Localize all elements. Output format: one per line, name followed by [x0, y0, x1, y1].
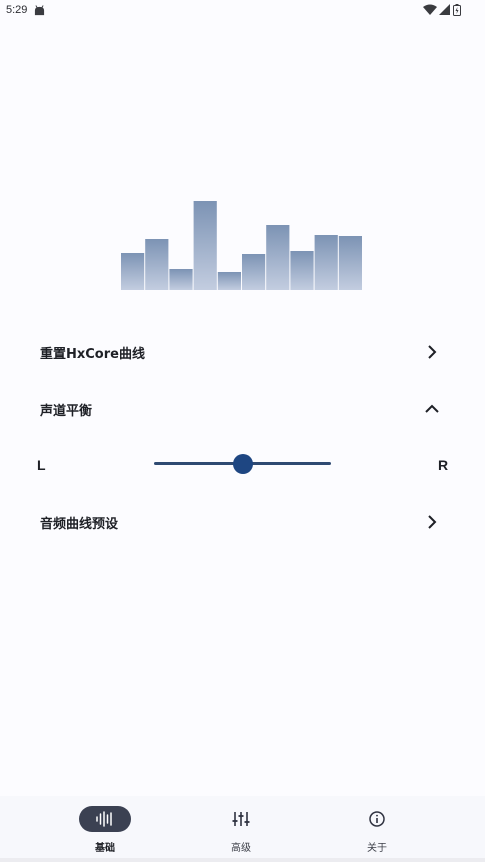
chevron-right-icon — [428, 345, 437, 359]
status-icons — [423, 4, 463, 16]
nav-item-basic[interactable]: 基础 — [69, 806, 149, 856]
eq-presets-row[interactable]: 音频曲线预设 — [0, 500, 485, 544]
equalizer-svg — [121, 201, 362, 290]
gesture-bar-area — [0, 858, 485, 862]
chevron-right-icon — [428, 515, 437, 529]
reset-curve-label: 重置HxCore曲线 — [40, 347, 145, 362]
channel-balance-label: 声道平衡 — [40, 404, 93, 419]
cell-signal-icon — [439, 4, 450, 15]
equalizer-chart — [121, 201, 363, 290]
nav-item-advanced[interactable]: 高级 — [205, 806, 285, 856]
nav-item-about[interactable]: 关于 — [341, 806, 421, 856]
battery-charging-icon — [453, 4, 461, 16]
eq-bar — [314, 235, 338, 290]
info-icon — [369, 811, 385, 827]
status-bar: 5:29 — [0, 0, 485, 22]
nav-label-basic: 基础 — [95, 843, 115, 854]
chevron-up-icon — [425, 404, 439, 413]
android-icon — [34, 5, 45, 16]
reset-curve-row[interactable]: 重置HxCore曲线 — [0, 330, 485, 374]
balance-slider[interactable] — [154, 454, 331, 474]
eq-presets-label: 音频曲线预设 — [40, 517, 119, 532]
eq-bar — [266, 225, 290, 290]
eq-bar — [145, 239, 169, 290]
bottom-navigation: 基础 高级 关于 — [0, 796, 485, 862]
eq-bar — [217, 272, 241, 290]
nav-label-advanced: 高级 — [231, 843, 251, 854]
eq-bar — [290, 251, 314, 290]
waveform-icon — [96, 811, 112, 827]
nav-label-about: 关于 — [367, 843, 387, 854]
wifi-icon — [423, 4, 437, 15]
sliders-icon — [232, 812, 250, 826]
balance-right-label: R — [438, 457, 449, 473]
status-time: 5:29 — [6, 4, 28, 16]
balance-left-label: L — [37, 457, 46, 473]
channel-balance-row[interactable]: 声道平衡 — [0, 387, 485, 431]
eq-bar — [338, 236, 362, 290]
eq-bar — [242, 254, 266, 290]
balance-slider-thumb[interactable] — [232, 454, 253, 474]
eq-bar — [193, 201, 217, 290]
eq-bar — [121, 253, 145, 290]
eq-bar — [169, 269, 193, 290]
